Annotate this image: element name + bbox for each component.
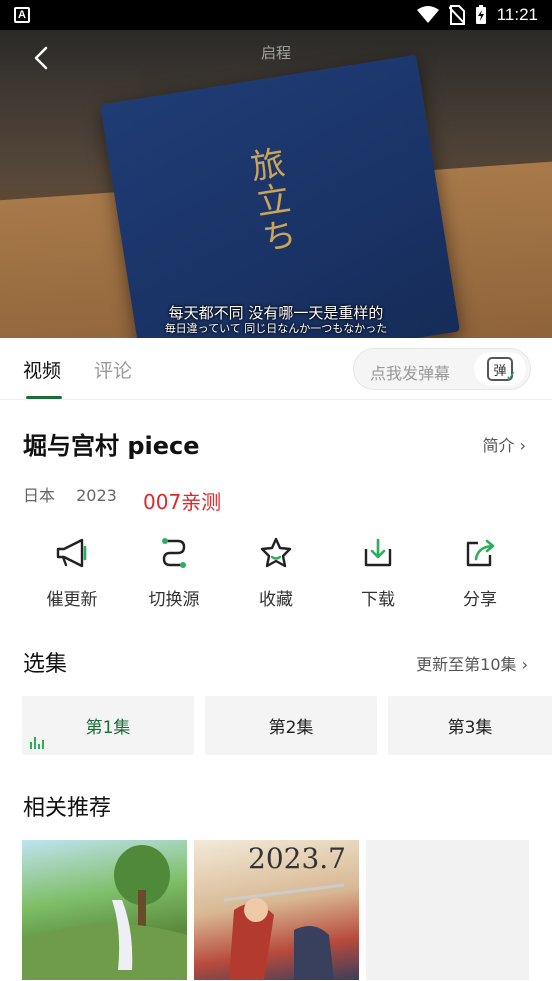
episode-1-label: 第1集 [85, 718, 131, 738]
star-icon [260, 537, 292, 568]
tab-video[interactable]: 视频 [23, 356, 61, 383]
tested-note: 007亲测 [143, 490, 222, 514]
danmu-icon: 弹 ✓ [487, 357, 517, 385]
favorite-button[interactable]: 收藏 [226, 535, 326, 610]
switch-source-icon [162, 538, 186, 568]
no-sim-icon [448, 5, 465, 25]
episode-2-button[interactable]: 第2集 [205, 696, 377, 755]
show-meta: 日本 2023 [23, 482, 133, 506]
check-icon: ✓ [505, 369, 517, 385]
danmu-toggle-button[interactable]: 弹 ✓ [474, 352, 526, 386]
subtitle-japanese: 毎日違っていて 同じ日なんか一つもなかった [164, 322, 388, 335]
show-region: 日本 [23, 486, 56, 505]
danmu-input[interactable]: 点我发弹幕 弹 ✓ [353, 348, 531, 390]
megaphone-icon [56, 538, 87, 568]
poster-text: 2023.7 [248, 842, 346, 875]
intro-link[interactable]: 简介 › [483, 432, 527, 456]
request-update-button[interactable]: 催更新 [22, 535, 122, 610]
episode-1-button[interactable]: 第1集 [22, 696, 194, 755]
poster-art [22, 845, 187, 980]
switch-source-button[interactable]: 切换源 [124, 535, 224, 610]
recommend-title: 相关推荐 [23, 796, 112, 821]
tab-comments[interactable]: 评论 [94, 356, 132, 383]
recommend-card-1[interactable] [22, 840, 187, 980]
playing-indicator-icon [30, 737, 44, 749]
status-bar: A 11:21 [0, 0, 552, 30]
request-update-label: 催更新 [46, 590, 98, 610]
video-player[interactable]: 旅立ち 启程 每天都不同 没有哪一天是重样的 毎日違っていて 同じ日なんか一つも… [0, 30, 552, 338]
danmu-placeholder: 点我发弹幕 [370, 364, 451, 383]
tab-indicator [26, 396, 62, 399]
download-button[interactable]: 下载 [328, 535, 428, 610]
share-icon [466, 539, 495, 567]
download-label: 下载 [361, 590, 395, 610]
episode-3-button[interactable]: 第3集 [388, 696, 552, 755]
action-bar: 催更新 切换源 收藏 下载 分享 [0, 535, 552, 615]
share-label: 分享 [463, 590, 497, 610]
recommend-card-2[interactable]: 2023.7 [194, 840, 359, 980]
favorite-label: 收藏 [259, 590, 293, 610]
show-title: 堀与宫村 piece [23, 432, 200, 460]
show-year: 2023 [76, 486, 117, 505]
wifi-icon [416, 6, 439, 23]
recommend-card-3[interactable] [366, 840, 529, 980]
switch-source-label: 切换源 [148, 590, 200, 610]
episodes-title: 选集 [23, 652, 68, 677]
download-icon [364, 538, 392, 567]
battery-icon [475, 5, 486, 24]
episode-2-label: 第2集 [268, 718, 314, 738]
app-notification-icon: A [14, 7, 30, 23]
detail-tabs: 视频 评论 点我发弹幕 弹 ✓ [0, 338, 552, 400]
clock: 11:21 [496, 5, 538, 24]
share-button[interactable]: 分享 [430, 535, 530, 610]
episode-3-label: 第3集 [447, 718, 493, 738]
episode-title: 启程 [260, 44, 291, 62]
episodes-more-link[interactable]: 更新至第10集 › [416, 651, 528, 675]
